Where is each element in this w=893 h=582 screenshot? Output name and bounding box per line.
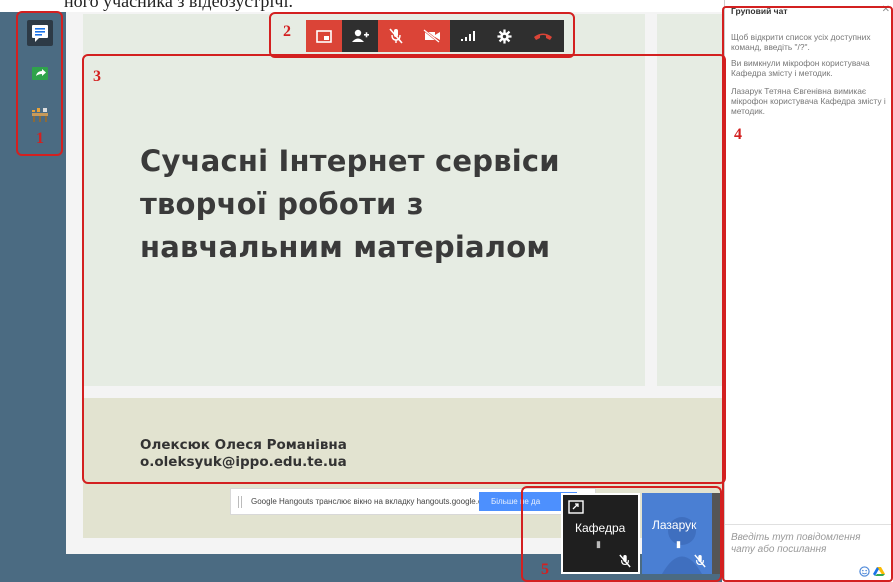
drag-handle-icon[interactable]	[238, 496, 242, 508]
annotation-box-3	[82, 54, 726, 484]
caption-fragment: ного учасника з відеозустрічі.	[0, 0, 720, 12]
annotation-box-5	[521, 486, 722, 582]
annotation-label-3: 3	[93, 68, 101, 85]
notification-text: Google Hangouts транслює вікно на вкладк…	[251, 497, 496, 506]
annotation-label-5: 5	[541, 561, 549, 578]
annotation-label-2: 2	[283, 23, 291, 40]
annotation-label-4: 4	[734, 126, 742, 143]
annotation-box-2	[269, 12, 575, 58]
annotation-box-4	[722, 6, 893, 582]
annotation-label-1: 1	[36, 130, 44, 147]
